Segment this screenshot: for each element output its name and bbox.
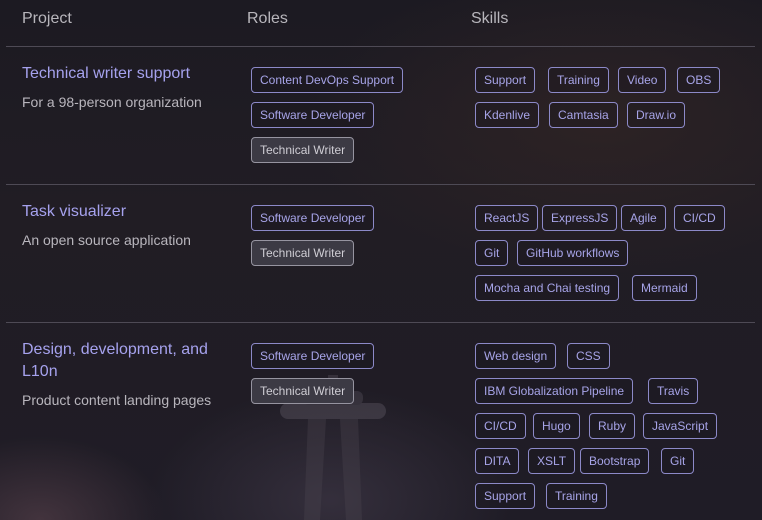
skill-tag[interactable]: OBS xyxy=(677,67,721,93)
role-tag-selected[interactable]: Technical Writer xyxy=(251,378,355,404)
skill-tag[interactable]: ReactJS xyxy=(475,205,539,231)
project-subtitle: For a 98-person organization xyxy=(22,94,202,110)
role-tag[interactable]: Software Developer xyxy=(251,102,375,128)
skill-tag[interactable]: JavaScript xyxy=(643,413,718,439)
skill-tag[interactable]: Video xyxy=(618,67,667,93)
skill-tag[interactable]: Mermaid xyxy=(632,275,697,301)
row-divider xyxy=(6,322,755,323)
skill-tag[interactable]: Hugo xyxy=(533,413,580,439)
role-tag[interactable]: Software Developer xyxy=(251,343,375,369)
skill-tag[interactable]: Support xyxy=(475,483,536,509)
skill-tag[interactable]: Kdenlive xyxy=(475,102,540,128)
skill-tag[interactable]: CSS xyxy=(567,343,610,369)
row-divider xyxy=(6,184,755,185)
skill-tag[interactable]: GitHub workflows xyxy=(517,240,629,266)
skill-tag[interactable]: Web design xyxy=(475,343,557,369)
role-tag[interactable]: Software Developer xyxy=(251,205,375,231)
column-header-project: Project xyxy=(22,10,72,27)
skill-tag[interactable]: Travis xyxy=(648,378,699,404)
project-title[interactable]: Task visualizer xyxy=(22,201,212,223)
skill-tag[interactable]: ExpressJS xyxy=(542,205,618,231)
skill-tag[interactable]: Support xyxy=(475,67,536,93)
skill-tag[interactable]: IBM Globalization Pipeline xyxy=(475,378,634,404)
skill-tag[interactable]: Git xyxy=(475,240,509,266)
project-title[interactable]: Technical writer support xyxy=(22,63,212,85)
table-header: Project Roles Skills xyxy=(0,0,762,46)
role-tag[interactable]: Content DevOps Support xyxy=(251,67,404,93)
skill-tag[interactable]: DITA xyxy=(475,448,520,474)
skill-tag[interactable]: Mocha and Chai testing xyxy=(475,275,620,301)
skill-tag[interactable]: Camtasia xyxy=(549,102,618,128)
skill-tag[interactable]: Git xyxy=(661,448,695,474)
skill-tag[interactable]: CI/CD xyxy=(475,413,526,439)
skill-tag[interactable]: Draw.io xyxy=(627,102,686,128)
role-tag-selected[interactable]: Technical Writer xyxy=(251,137,355,163)
skill-tag[interactable]: Training xyxy=(546,483,607,509)
project-title[interactable]: Design, development, and L10n xyxy=(22,339,212,383)
skill-tag[interactable]: Agile xyxy=(621,205,666,231)
column-header-skills: Skills xyxy=(471,10,509,27)
role-tag-selected[interactable]: Technical Writer xyxy=(251,240,355,266)
row-divider xyxy=(6,46,755,47)
project-subtitle: An open source application xyxy=(22,232,191,248)
column-header-roles: Roles xyxy=(247,10,288,27)
skill-tag[interactable]: XSLT xyxy=(528,448,576,474)
project-subtitle: Product content landing pages xyxy=(22,392,212,408)
skill-tag[interactable]: Training xyxy=(548,67,609,93)
skill-tag[interactable]: CI/CD xyxy=(674,205,725,231)
skill-tag[interactable]: Ruby xyxy=(589,413,636,439)
skill-tag[interactable]: Bootstrap xyxy=(580,448,650,474)
